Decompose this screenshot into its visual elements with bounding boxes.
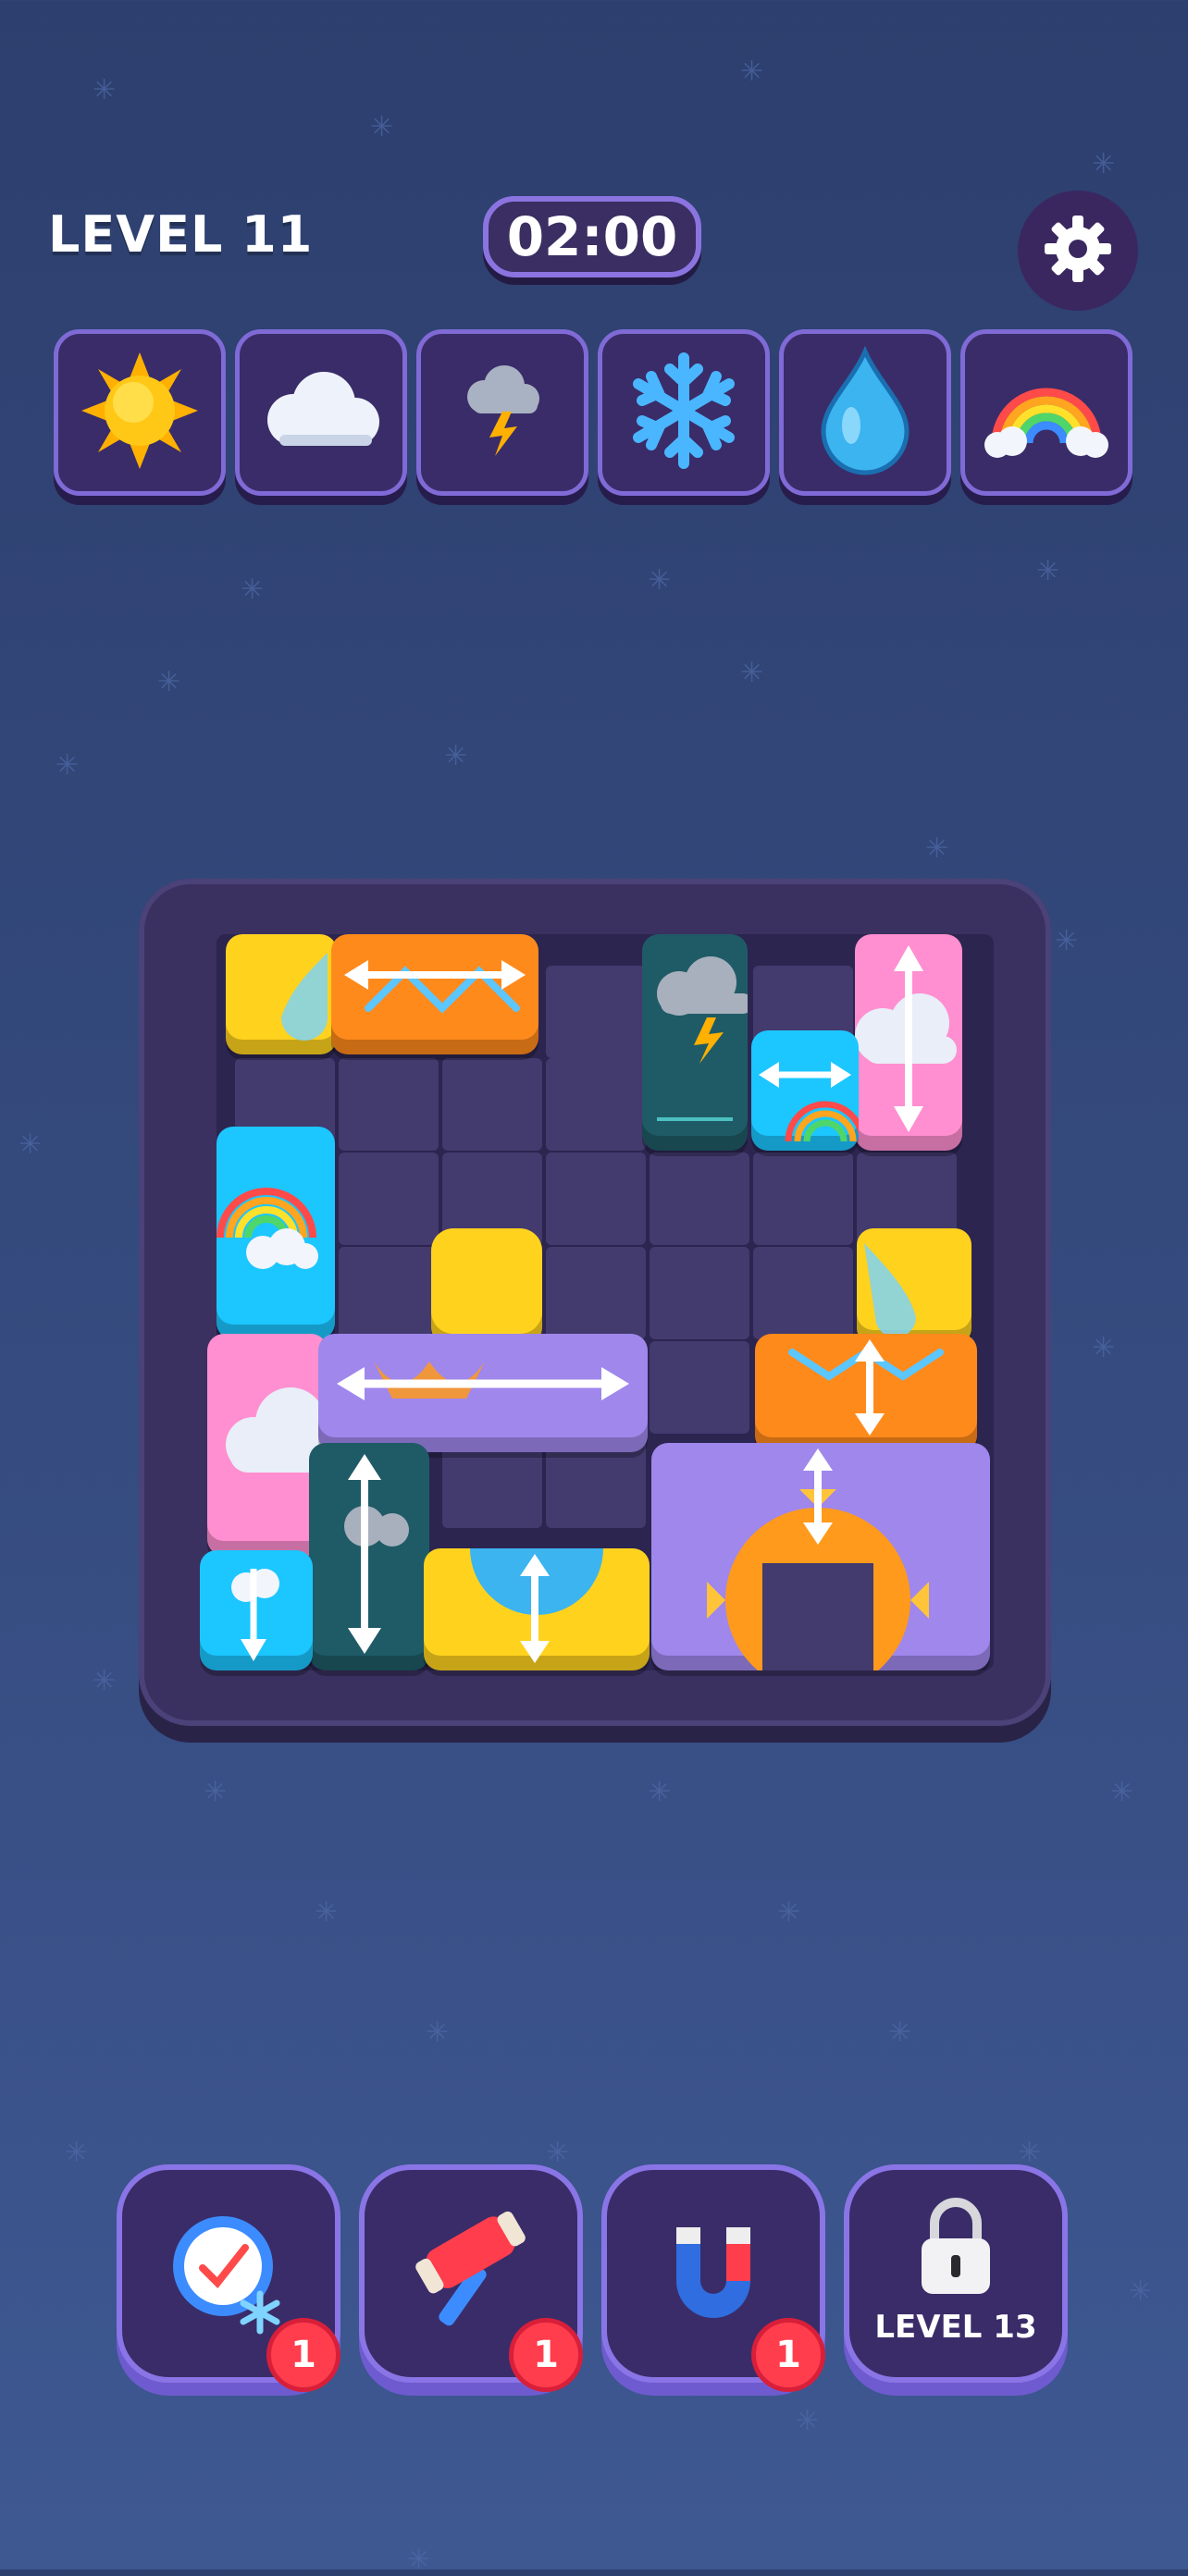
magnet-icon	[649, 2207, 778, 2340]
block-yellow-drop[interactable]	[226, 934, 337, 1054]
rainbow-icon	[977, 360, 1116, 465]
target-slot-snowflake	[598, 329, 770, 496]
grid-cell	[650, 1341, 749, 1434]
block-yellow-drop-vertical[interactable]	[424, 1548, 650, 1670]
powerup-bar: 1 1 1 LEVEL 13	[117, 2164, 1068, 2392]
countdown-timer: 02:00	[483, 196, 701, 277]
grid-cell	[442, 1058, 542, 1151]
block-teal-vertical[interactable]	[309, 1443, 429, 1670]
settings-button[interactable]	[1018, 191, 1138, 311]
snowflake-icon	[624, 351, 744, 475]
magnet-button[interactable]: 1	[601, 2164, 825, 2392]
block-yellow-drop-small[interactable]	[857, 1228, 971, 1345]
magnet-count-badge: 1	[751, 2318, 825, 2392]
grid-cell	[650, 1152, 749, 1245]
target-slot-cloud	[235, 329, 407, 496]
time-freeze-icon	[164, 2207, 293, 2340]
grid-cell	[339, 1152, 439, 1245]
grid-cell	[546, 1247, 646, 1339]
block-lavender-horizontal[interactable]	[318, 1334, 648, 1452]
lock-icon	[914, 2196, 997, 2301]
target-slot-rainbow	[960, 329, 1132, 496]
grid-cell	[339, 1247, 439, 1339]
block-cyan-rainbow-horizontal[interactable]	[751, 1030, 859, 1151]
hammer-button[interactable]: 1	[359, 2164, 583, 2392]
cloud-icon	[252, 364, 390, 461]
freeze-count-badge: 1	[266, 2318, 340, 2392]
grid-cell	[650, 1247, 749, 1339]
block-pink-cloud-vertical[interactable]	[855, 934, 962, 1151]
grid-cell	[753, 1247, 853, 1339]
hammer-icon	[406, 2207, 536, 2340]
hammer-count-badge: 1	[509, 2318, 583, 2392]
target-slot-storm	[416, 329, 588, 496]
locked-level-label: LEVEL 13	[874, 2309, 1037, 2346]
grid-cell	[546, 1058, 646, 1151]
freeze-time-button[interactable]: 1	[117, 2164, 340, 2392]
target-slot-drop	[779, 329, 951, 496]
target-bar	[54, 329, 1132, 496]
grid-cell	[339, 1058, 439, 1151]
block-lavender-sun-vertical[interactable]	[651, 1443, 990, 1670]
water-drop-icon	[814, 345, 916, 479]
block-orange-snowflake-horizontal[interactable]	[331, 934, 538, 1054]
gear-icon	[1041, 212, 1115, 290]
sun-icon	[80, 351, 200, 475]
block-cyan-rainbow[interactable]	[217, 1127, 335, 1339]
target-slot-sun	[54, 329, 226, 496]
block-cyan-small-vertical[interactable]	[200, 1550, 313, 1670]
block-orange-snowflake-vertical[interactable]	[755, 1334, 977, 1452]
storm-cloud-icon	[456, 360, 549, 465]
block-teal-storm[interactable]	[642, 934, 748, 1151]
grid-cell	[546, 1152, 646, 1245]
block-yellow-key[interactable]	[431, 1228, 542, 1349]
locked-powerup-button[interactable]: LEVEL 13	[844, 2164, 1068, 2383]
board-grid	[200, 934, 994, 1670]
level-title: LEVEL 11	[48, 205, 314, 264]
grid-cell	[546, 966, 646, 1058]
grid-cell	[753, 1152, 853, 1245]
